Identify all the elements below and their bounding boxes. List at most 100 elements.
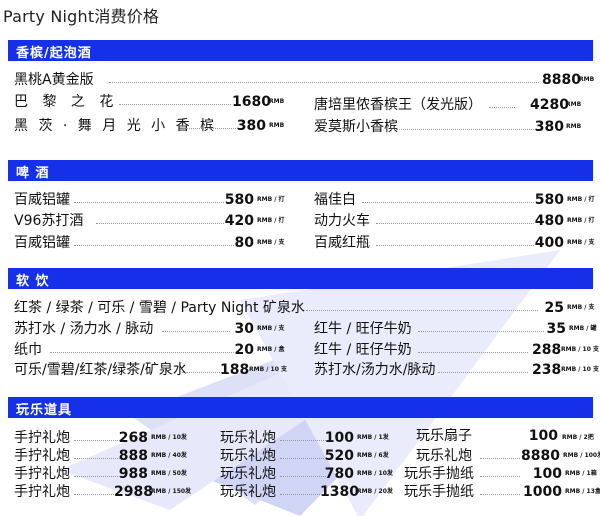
item-unit: RMB / 40发 (151, 452, 187, 459)
menu-item: 可乐/雪碧/红茶/绿茶/矿泉水 188 RMB / 10 支 (14, 361, 294, 379)
item-unit: RMB / 10发 (357, 470, 393, 477)
item-price: 380 (534, 119, 564, 135)
item-price: 480 (534, 213, 564, 229)
item-unit: RMB / 打 (257, 196, 285, 203)
menu-item: 红牛 / 旺仔牛奶 288 RMB / 10 支 (314, 341, 599, 359)
item-price: 520 (324, 448, 354, 464)
dot-leader (306, 310, 538, 311)
item-unit: RMB / 支 (567, 239, 595, 246)
menu-item: 百威铝罐 80 RMB / 支 (14, 234, 294, 252)
item-price: 780 (324, 466, 354, 482)
item-name: 爱莫斯小香槟 (314, 119, 398, 135)
menu-item: 福佳白 580 RMB / 打 (314, 191, 595, 209)
item-name: 手拧礼炮 (14, 466, 70, 482)
item-unit: RMB / 盒 (257, 346, 285, 353)
item-unit: RMB / 6发 (357, 452, 389, 459)
item-unit: RMB / 支 (567, 304, 595, 311)
item-unit: RMB / 20发 (357, 488, 393, 495)
item-unit: RMB / 100发 (563, 452, 600, 459)
dot-leader (280, 440, 326, 441)
dot-leader (74, 494, 114, 495)
item-name: 百威铝罐 (14, 192, 70, 208)
item-unit: RMB / 150发 (151, 488, 192, 495)
dot-leader (182, 372, 222, 373)
dot-leader (396, 129, 536, 130)
item-unit: RMB / 10 支 (249, 366, 287, 373)
dot-leader (96, 223, 224, 224)
item-price: 20 (234, 342, 254, 358)
item-name: 百威红瓶 (314, 235, 370, 251)
item-price: 188 (220, 362, 250, 378)
dot-leader (280, 494, 320, 495)
item-name: 红茶 / 绿茶 / 可乐 / 雪碧 / Party Night 矿泉水 (14, 300, 305, 316)
item-name: 红牛 / 旺仔牛奶 (314, 321, 412, 337)
menu-item: 百威红瓶 400 RMB / 支 (314, 234, 595, 252)
dot-leader (489, 107, 515, 108)
menu-item: 黑 茨 · 舞 月 光 小 香 槟 380 RMB (14, 117, 294, 135)
item-price: 580 (224, 192, 254, 208)
item-price: 8880 (542, 72, 581, 88)
item-name: 手拧礼炮 (14, 484, 70, 500)
item-name: 玩乐扇子 (416, 428, 472, 444)
menu-item: 唐培里侬香槟王（发光版） 4280 RMB (314, 96, 594, 114)
menu-item: 玩乐扇子 100 RMB / 2把 (416, 427, 596, 445)
item-price: 1380 (320, 484, 359, 500)
item-price: 35 (546, 321, 566, 337)
item-price: 268 (118, 430, 148, 446)
item-price: 380 (236, 118, 266, 134)
item-name: 黑桃A黄金版 (14, 72, 94, 88)
dot-leader (362, 202, 534, 203)
item-name: 福佳白 (314, 192, 356, 208)
item-unit: RMB (579, 76, 595, 83)
item-name: 玩乐礼炮 (220, 466, 276, 482)
item-name: 手拧礼炮 (14, 448, 70, 464)
menu-item: 玩乐礼炮 520 RMB / 6发 (220, 447, 406, 465)
item-price: 80 (234, 235, 254, 251)
item-name: 玩乐礼炮 (220, 430, 276, 446)
dot-leader (50, 352, 234, 353)
item-unit: RMB / 打 (257, 217, 285, 224)
item-unit: RMB / 2把 (562, 434, 594, 441)
menu-item: 玩乐手抛纸 100 RMB / 1箱 (404, 465, 597, 483)
dot-leader (480, 476, 520, 477)
item-price: 1680 (232, 94, 271, 110)
item-name: 巴 黎 之 花 (14, 94, 119, 110)
dot-leader (480, 458, 520, 459)
item-unit: RMB / 1箱 (565, 470, 597, 477)
section-header-party-props: 玩乐道具 (8, 397, 593, 418)
menu-item: 巴 黎 之 花 1680 RMB (14, 93, 294, 111)
item-unit: RMB / 13盒 (565, 488, 600, 495)
item-unit: RMB (269, 122, 285, 129)
item-price: 2988 (114, 484, 153, 500)
item-name: 苏打水/汤力水/脉动 (314, 362, 436, 378)
dot-leader (438, 372, 528, 373)
item-unit: RMB (269, 98, 285, 105)
section-title: 香槟/起泡酒 (16, 46, 92, 61)
item-unit: RMB / 打 (567, 217, 595, 224)
menu-item: 苏打水 / 汤力水 / 脉动 30 RMB / 支 (14, 320, 294, 338)
item-price: 8880 (521, 448, 560, 464)
item-price: 1000 (523, 484, 562, 500)
dot-leader (74, 458, 122, 459)
item-unit: RMB / 支 (257, 325, 285, 332)
menu-item: 玩乐礼炮 8880 RMB / 100发 (416, 447, 600, 465)
item-unit: RMB (566, 101, 582, 108)
item-price: 4280 (530, 97, 569, 113)
item-unit: RMB (566, 123, 582, 130)
item-name: 苏打水 / 汤力水 / 脉动 (14, 321, 154, 337)
menu-item: 红茶 / 绿茶 / 可乐 / 雪碧 / Party Night 矿泉水 25 R… (14, 299, 595, 317)
menu-item: 手拧礼炮 988 RMB / 50发 (14, 465, 210, 483)
item-unit: RMB / 罐 (569, 325, 597, 332)
section-header-beer: 啤 酒 (8, 160, 593, 181)
item-price: 988 (118, 466, 148, 482)
dot-leader (74, 202, 224, 203)
section-title: 玩乐道具 (16, 403, 73, 418)
menu-item: 手拧礼炮 888 RMB / 40发 (14, 447, 210, 465)
dot-leader (280, 458, 326, 459)
item-name: 唐培里侬香槟王（发光版） (314, 97, 482, 113)
menu-item: 玩乐礼炮 1380 RMB / 20发 (220, 483, 406, 501)
item-name: 动力火车 (314, 213, 370, 229)
item-price: 100 (324, 430, 354, 446)
menu-item: 百威铝罐 580 RMB / 打 (14, 191, 294, 209)
menu-item: 纸巾 20 RMB / 盒 (14, 341, 294, 359)
